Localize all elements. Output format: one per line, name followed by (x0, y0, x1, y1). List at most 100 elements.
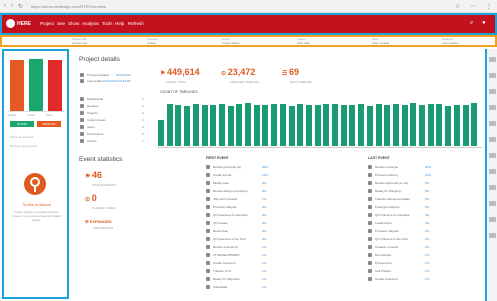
last-event-item[interactable]: Run Review (368, 253, 391, 258)
menu-tools[interactable]: Tools (102, 21, 113, 26)
filter-item[interactable]: Process Linked (147, 37, 158, 45)
last-event-item[interactable]: Review approved (in not) (368, 181, 408, 186)
chart-bar[interactable] (366, 105, 373, 146)
chart-bar[interactable] (445, 105, 452, 146)
chart-bar[interactable] (271, 103, 278, 146)
first-event-item[interactable]: QO Outcome of Complete (206, 213, 248, 218)
chart-bar[interactable] (453, 104, 460, 146)
chart-bar[interactable] (253, 104, 260, 146)
chart-bar[interactable] (210, 104, 217, 146)
last-event-item[interactable]: Ready for Shipping (368, 189, 401, 194)
chart-bar[interactable] (401, 105, 408, 146)
chart-bar[interactable] (305, 104, 312, 146)
tool-icon[interactable] (489, 217, 496, 222)
chart-bar[interactable] (384, 104, 391, 146)
menu-analysis[interactable]: Analysis (82, 21, 99, 26)
chart-bar[interactable] (427, 104, 434, 146)
last-event-item[interactable]: Loadmanner (368, 221, 392, 226)
extensions-icon[interactable]: ⋯ (470, 3, 476, 10)
tool-icon[interactable] (489, 153, 496, 158)
filter-item[interactable]: Event Linked tables (222, 37, 240, 45)
star-icon[interactable]: ☆ (455, 3, 460, 10)
chart-bar[interactable] (236, 104, 243, 146)
chart-bar[interactable] (314, 105, 321, 146)
tool-icon[interactable] (489, 201, 496, 206)
menu-project[interactable]: Project (40, 21, 54, 26)
last-event-item[interactable]: QO Outcome of Complete (368, 213, 410, 218)
last-event-item[interactable]: Prototype diagram (368, 205, 400, 210)
first-event-item[interactable]: Review prototype (U) (206, 165, 241, 170)
chart-bar[interactable] (245, 103, 251, 146)
tool-icon[interactable] (489, 89, 496, 94)
summary-item[interactable]: Reviews (80, 104, 98, 109)
chart-bar[interactable] (375, 104, 382, 146)
summary-item[interactable]: Dashboards (80, 97, 103, 102)
tool-icon[interactable] (489, 137, 496, 142)
tool-icon[interactable] (489, 185, 496, 190)
chart-bar[interactable] (410, 103, 417, 146)
last-event-item[interactable]: Process Fun (368, 261, 392, 266)
tool-icon[interactable] (489, 233, 496, 238)
chart-bar[interactable] (288, 105, 295, 146)
last-event-item[interactable]: Create Customer (368, 277, 398, 282)
last-event-item[interactable]: Call Pristine (368, 269, 391, 274)
chart-bar[interactable] (419, 104, 425, 146)
filter-item[interactable]: Project title Access test (72, 37, 87, 45)
first-event-item[interactable]: QO Outcome of the Trial (206, 237, 246, 242)
summary-item[interactable]: Projects (80, 111, 98, 116)
first-event-item[interactable]: Review design (complete) (206, 189, 248, 194)
url-field[interactable]: https://demo.rtedesign.com/RTE/Overview (27, 3, 427, 10)
chart-bar[interactable] (349, 105, 356, 146)
chart-bar[interactable] (184, 106, 191, 146)
chart-bar[interactable] (192, 103, 199, 146)
first-event-item[interactable]: Revert Ask (206, 229, 228, 234)
menu-show[interactable]: Show (68, 21, 79, 26)
last-event-item[interactable]: Provision diagram (368, 229, 399, 234)
remove-selected-link[interactable]: Remove all selected (10, 144, 37, 148)
chart-bar[interactable] (332, 104, 338, 146)
first-event-item[interactable]: Calculated (206, 285, 227, 290)
summary-item[interactable]: Users (80, 125, 95, 130)
chart-bar[interactable] (218, 103, 225, 146)
filter-item[interactable]: Cases Start date (297, 37, 310, 45)
first-event-item[interactable]: Shipment Created (206, 197, 237, 202)
first-event-item[interactable]: Provision diagram (206, 205, 237, 210)
summary-item[interactable]: Permissions (80, 132, 103, 137)
first-event-item[interactable]: Review a serial (U) (206, 245, 238, 250)
first-event-item[interactable]: Create Customer (206, 261, 236, 266)
menu-icon[interactable]: ⋮ (486, 3, 492, 10)
chart-bar[interactable] (358, 103, 365, 146)
summary-item[interactable]: Access (80, 139, 97, 144)
first-event-item[interactable]: 2T DEVELOPMENT (206, 253, 240, 258)
tool-icon[interactable] (489, 57, 496, 62)
chart-bar[interactable] (158, 120, 164, 146)
filter-item[interactable]: Analysis Last created (442, 37, 459, 45)
tool-icon[interactable] (489, 169, 496, 174)
chart-bar[interactable] (166, 103, 173, 146)
tool-icon[interactable] (489, 121, 496, 126)
chart-bar[interactable] (175, 104, 182, 146)
remove-button[interactable]: REMOVE (37, 121, 61, 127)
back-icon[interactable]: ‹ (4, 3, 6, 9)
search-icon[interactable]: ⌕ (470, 20, 473, 27)
last-event-item[interactable]: Review prototype (368, 165, 398, 170)
forward-icon[interactable]: › (11, 3, 13, 9)
chart-bar[interactable] (227, 105, 234, 146)
chart-bar[interactable] (392, 103, 399, 146)
show-selected-link[interactable]: Show all selected (10, 135, 33, 139)
chart-bar[interactable] (323, 103, 330, 146)
chart-bar[interactable] (471, 102, 478, 146)
first-event-item[interactable]: Create format (206, 173, 231, 178)
chart-bar[interactable] (201, 105, 208, 146)
chart-bar[interactable] (262, 105, 269, 146)
chart-bar[interactable] (279, 104, 286, 146)
first-event-item[interactable]: Ready for Shipment (206, 277, 240, 282)
chart-bar[interactable] (340, 104, 347, 146)
first-event-item[interactable]: Modify case (206, 181, 229, 186)
user-icon[interactable]: ● (482, 20, 486, 26)
last-event-item[interactable]: Process ordering (368, 173, 398, 178)
tool-icon[interactable] (489, 105, 496, 110)
last-event-item[interactable]: Creation of serial (368, 245, 398, 250)
first-event-item[interactable]: QO Create (206, 221, 228, 226)
brand-logo[interactable]: HERE (6, 19, 31, 28)
